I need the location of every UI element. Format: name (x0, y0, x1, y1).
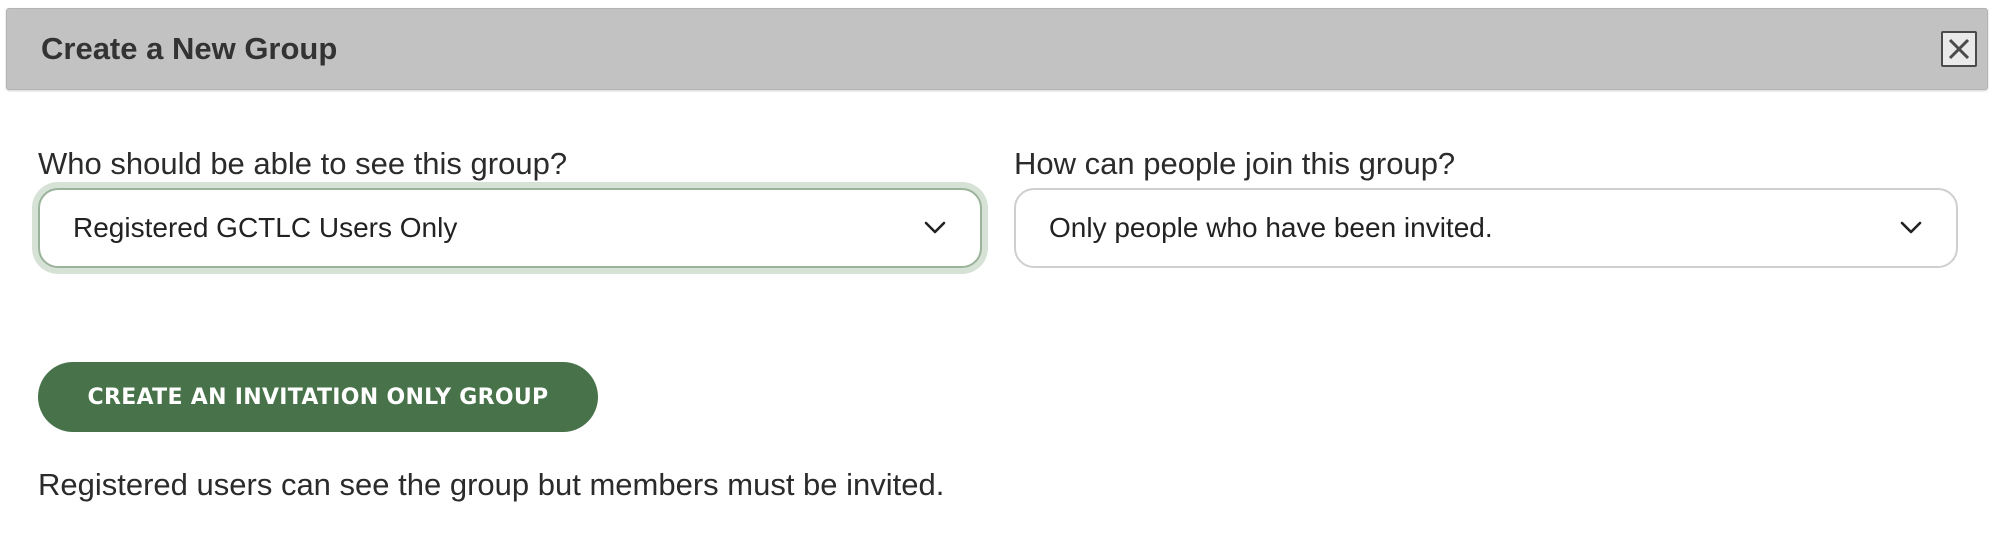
join-label: How can people join this group? (1014, 146, 1456, 181)
join-selected-value: Only people who have been invited. (1049, 212, 1493, 243)
help-text: Registered users can see the group but m… (38, 467, 945, 502)
close-button[interactable] (1941, 31, 1977, 67)
join-select[interactable]: Only people who have been invited. (1014, 188, 1958, 268)
create-invitation-only-group-button[interactable]: CREATE AN INVITATION ONLY GROUP (38, 362, 598, 432)
visibility-label: Who should be able to see this group? (38, 146, 568, 181)
visibility-select[interactable]: Registered GCTLC Users Only (38, 188, 982, 268)
dialog-title: Create a New Group (41, 31, 338, 66)
visibility-selected-value: Registered GCTLC Users Only (73, 212, 458, 243)
chevron-down-icon (924, 221, 946, 234)
close-icon (1948, 38, 1970, 60)
create-group-dialog: Create a New Group Who should be able to… (0, 0, 1994, 560)
chevron-down-icon (1900, 221, 1922, 234)
dialog-title-bar: Create a New Group (6, 8, 1988, 90)
